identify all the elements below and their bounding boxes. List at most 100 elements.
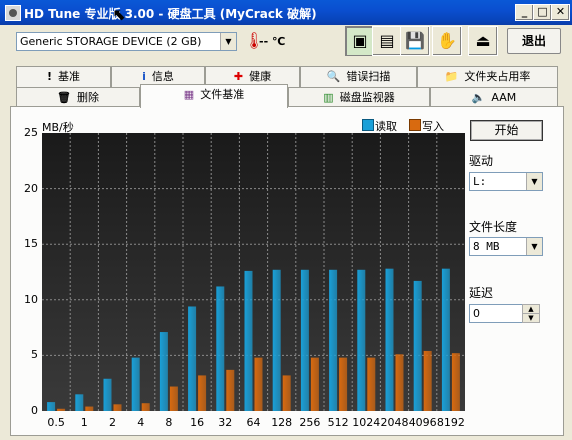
bar-write bbox=[57, 408, 66, 411]
bar-write bbox=[113, 404, 122, 411]
save-icon[interactable]: 💾 bbox=[400, 26, 430, 56]
x-tick-label: 2048 bbox=[380, 416, 409, 429]
tab-health-label: 健康 bbox=[249, 70, 272, 83]
x-tick-label: 8192 bbox=[436, 416, 465, 429]
exit-drive-icon[interactable]: ⏏ bbox=[468, 26, 498, 56]
file-length-select[interactable]: 8 MB ▼ bbox=[469, 237, 543, 256]
close-button[interactable]: ✕ bbox=[551, 4, 570, 21]
start-button[interactable]: 开始 bbox=[470, 120, 543, 141]
bar-write bbox=[367, 357, 376, 411]
y-tick-label: 15 bbox=[24, 237, 38, 251]
benchmark-chart bbox=[42, 133, 465, 411]
bar-read bbox=[441, 268, 450, 411]
x-tick-label: 16 bbox=[190, 416, 205, 429]
title-bar[interactable]: HD Tune 专业版 3.00 - 硬盘工具 (MyCrack 破解) ⬉ _… bbox=[0, 0, 572, 25]
x-tick-label: 64 bbox=[246, 416, 261, 429]
bar-write bbox=[141, 403, 150, 411]
tab-aam-label: AAM bbox=[491, 91, 517, 104]
spin-down-icon[interactable]: ▼ bbox=[522, 313, 540, 323]
copy-info-icon[interactable]: ▣ bbox=[345, 26, 375, 56]
speaker-icon: 🔈 bbox=[471, 91, 486, 104]
legend-read-label: 读取 bbox=[375, 120, 397, 133]
y-tick-label: 10 bbox=[24, 292, 38, 306]
x-tick-label: 8 bbox=[165, 416, 173, 429]
exit-button[interactable]: 退出 bbox=[507, 28, 561, 54]
temperature-readout: -- ℃ bbox=[259, 35, 286, 48]
tab-folder-usage-label: 文件夹占用率 bbox=[464, 70, 531, 83]
options-hand-icon[interactable]: ✋ bbox=[432, 26, 462, 56]
bar-read bbox=[188, 306, 197, 411]
info-icon: i bbox=[142, 70, 146, 83]
bar-read bbox=[357, 269, 366, 411]
tab-aam[interactable]: 🔈 AAM bbox=[430, 87, 558, 108]
bar-read bbox=[103, 378, 112, 411]
bar-write bbox=[85, 406, 94, 411]
x-tick-label: 1024 bbox=[352, 416, 381, 429]
window-title: HD Tune 专业版 3.00 - 硬盘工具 (MyCrack 破解) bbox=[24, 7, 317, 21]
maximize-button[interactable]: □ bbox=[533, 4, 552, 21]
bar-read bbox=[159, 332, 168, 411]
x-tick-label: 256 bbox=[299, 416, 321, 429]
bar-read bbox=[75, 394, 84, 411]
tab-file-benchmark[interactable]: ▦ 文件基准 bbox=[140, 84, 288, 108]
legend-write-label: 写入 bbox=[422, 120, 444, 133]
tab-benchmark[interactable]: ! 基准 bbox=[16, 66, 111, 87]
bar-read bbox=[131, 357, 140, 411]
drive-select-value: L: bbox=[473, 175, 487, 188]
bar-write bbox=[310, 357, 319, 411]
y-tick-label: 20 bbox=[24, 181, 38, 195]
x-tick-label: 4 bbox=[137, 416, 145, 429]
magnifier-icon: 🔍 bbox=[326, 70, 341, 83]
bar-read bbox=[385, 268, 394, 411]
bar-write bbox=[254, 357, 263, 411]
delay-input[interactable]: 0 bbox=[469, 304, 523, 323]
minimize-button[interactable]: _ bbox=[515, 4, 534, 21]
delay-label: 延迟 bbox=[469, 286, 494, 300]
file-benchmark-icon: ▦ bbox=[183, 88, 195, 101]
y-tick-label: 25 bbox=[24, 126, 38, 139]
device-select[interactable]: Generic STORAGE DEVICE (2 GB) ▼ bbox=[16, 32, 237, 51]
chevron-down-icon[interactable]: ▼ bbox=[526, 173, 542, 190]
bar-write bbox=[423, 350, 432, 411]
drive-select[interactable]: L: ▼ bbox=[469, 172, 543, 191]
bar-write bbox=[339, 357, 348, 411]
bar-write bbox=[198, 375, 207, 411]
bar-write bbox=[282, 375, 291, 411]
bar-read bbox=[300, 269, 309, 411]
mouse-cursor-icon: ⬉ bbox=[113, 5, 127, 24]
x-tick-label: 32 bbox=[218, 416, 233, 429]
y-tick-label: 5 bbox=[31, 348, 38, 362]
x-tick-label: 512 bbox=[327, 416, 349, 429]
bar-read bbox=[47, 402, 56, 411]
tab-erase[interactable]: 🗑 删除 bbox=[16, 87, 140, 108]
drive-label: 驱动 bbox=[469, 154, 494, 168]
bar-read bbox=[216, 286, 225, 411]
chevron-down-icon[interactable]: ▼ bbox=[526, 238, 542, 255]
chevron-down-icon[interactable]: ▼ bbox=[220, 33, 236, 50]
health-cross-icon: ✚ bbox=[233, 70, 244, 83]
bar-read bbox=[413, 280, 422, 411]
bar-write bbox=[226, 369, 235, 411]
tab-disk-monitor[interactable]: ▥ 磁盘监视器 bbox=[288, 87, 430, 108]
x-tick-label: 128 bbox=[271, 416, 293, 429]
device-select-value: Generic STORAGE DEVICE (2 GB) bbox=[20, 35, 202, 48]
bar-write bbox=[451, 353, 460, 411]
chart-svg bbox=[42, 133, 465, 411]
monitor-icon: ▥ bbox=[323, 91, 334, 104]
x-tick-label: 4096 bbox=[408, 416, 437, 429]
trash-icon: 🗑 bbox=[57, 91, 71, 104]
legend-read-swatch bbox=[362, 119, 374, 131]
tab-error-scan[interactable]: 🔍 错误扫描 bbox=[300, 66, 417, 87]
x-tick-label: 2 bbox=[109, 416, 116, 429]
bar-read bbox=[329, 269, 338, 411]
tab-disk-monitor-label: 磁盘监视器 bbox=[339, 91, 395, 104]
tab-file-benchmark-label: 文件基准 bbox=[200, 88, 245, 101]
tab-error-scan-label: 错误扫描 bbox=[346, 70, 391, 83]
app-icon bbox=[5, 5, 21, 21]
x-tick-label: 0.5 bbox=[47, 416, 65, 429]
file-length-select-value: 8 MB bbox=[473, 240, 500, 253]
exclamation-icon: ! bbox=[46, 70, 53, 83]
copy-screenshot-icon[interactable]: ▤ bbox=[372, 26, 402, 56]
bar-read bbox=[244, 270, 253, 411]
tab-folder-usage[interactable]: 📁 文件夹占用率 bbox=[417, 66, 558, 87]
